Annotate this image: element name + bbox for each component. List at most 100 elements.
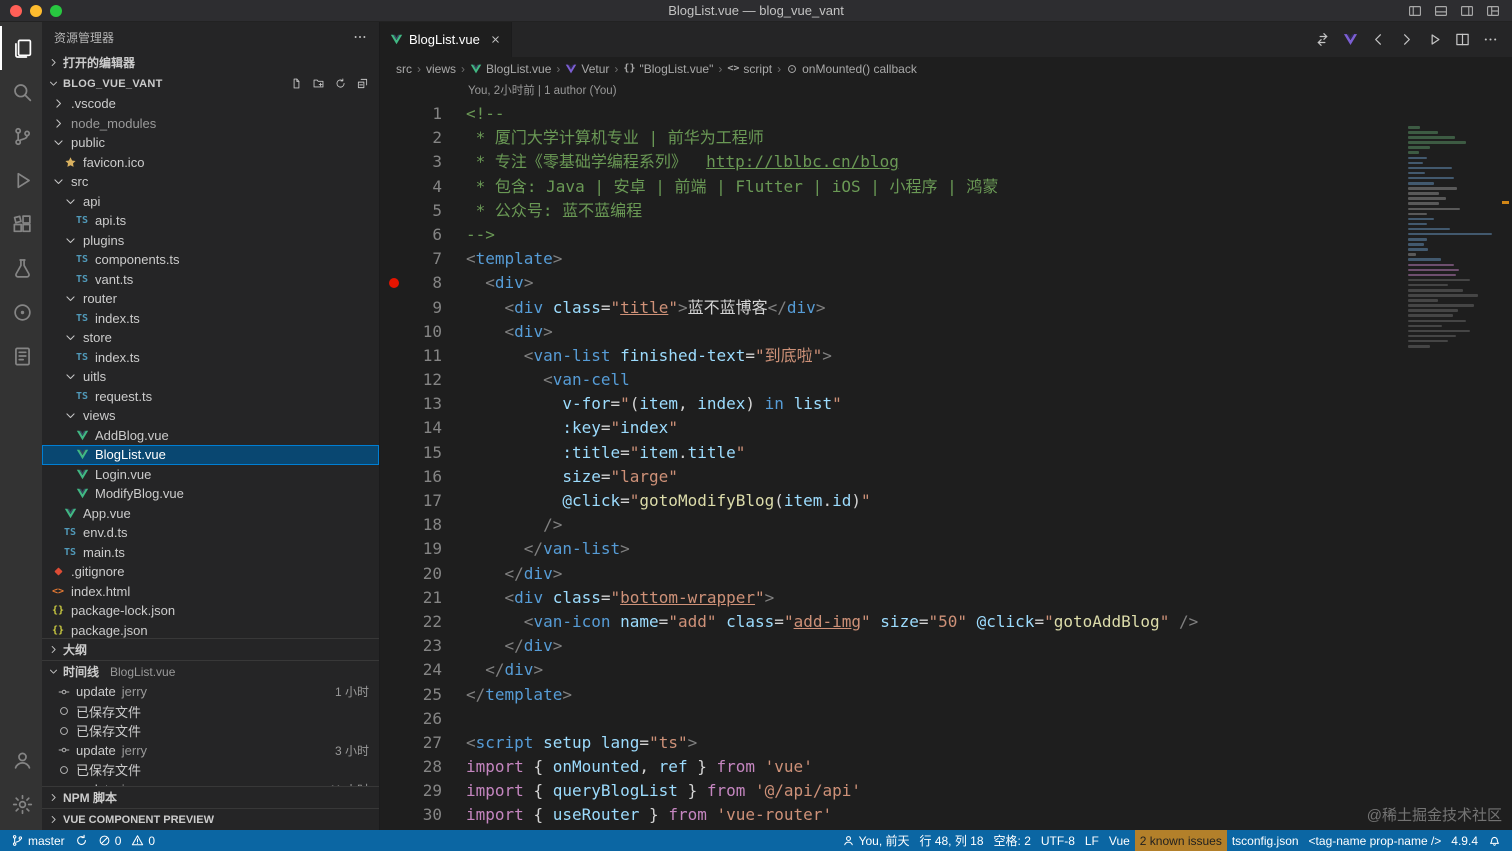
status-item[interactable]: <tag-name prop-name /> [1304,830,1447,851]
code-line[interactable]: 16 size="large" [380,465,1512,489]
status-item[interactable]: 0 [93,830,127,851]
timeline-item[interactable]: 已保存文件 [42,760,379,780]
tree-item[interactable]: api [42,192,379,212]
line-number[interactable]: 8 [380,271,466,295]
line-number[interactable]: 29 [380,779,466,803]
line-number[interactable]: 7 [380,247,466,271]
line-number[interactable]: 17 [380,489,466,513]
tree-item[interactable]: App.vue [42,504,379,524]
codelens[interactable]: You, 2小时前 | 1 author (You) [380,80,1512,102]
outline-section[interactable]: 大纲 [42,638,379,660]
tree-item[interactable]: {} package.json [42,621,379,639]
activity-extensions[interactable] [0,202,42,246]
line-number[interactable]: 18 [380,513,466,537]
code-line[interactable]: 17 @click="gotoModifyBlog(item.id)" [380,489,1512,513]
activity-notebook[interactable] [0,334,42,378]
new-file-icon[interactable] [289,78,303,89]
line-number[interactable]: 3 [380,150,466,174]
timeline-item[interactable]: 已保存文件 [42,721,379,741]
minimap[interactable] [1408,120,1498,350]
toggle-sidebar-icon[interactable] [1408,4,1422,18]
toggle-panel-icon[interactable] [1434,4,1448,18]
code-line[interactable]: 1 <!-- [380,102,1512,126]
status-item[interactable]: 4.9.4 [1446,830,1483,851]
code-line[interactable]: 2 * 厦门大学计算机专业 | 前华为工程师 [380,126,1512,150]
line-number[interactable]: 22 [380,610,466,634]
tree-item[interactable]: {} package-lock.json [42,601,379,621]
code-line[interactable]: 22 <van-icon name="add" class="add-img" … [380,610,1512,634]
tree-item[interactable]: <> index.html [42,582,379,602]
tab-bloglist[interactable]: BlogList.vue [380,22,512,57]
status-item[interactable]: You, 前天 [837,830,915,851]
tree-item[interactable]: plugins [42,231,379,251]
tree-item[interactable]: TS vant.ts [42,270,379,290]
open-editors-section[interactable]: 打开的编辑器 [42,52,379,73]
zoom-window-button[interactable] [50,4,62,17]
tree-item[interactable]: TS api.ts [42,211,379,231]
code-line[interactable]: 3 * 专注《零基础学编程系列》 http://lblbc.cn/blog [380,150,1512,174]
tree-item[interactable]: TS main.ts [42,543,379,563]
breakpoint-icon[interactable] [389,278,399,289]
tree-item[interactable]: TS request.ts [42,387,379,407]
tree-item[interactable]: public [42,133,379,153]
breadcrumb-item[interactable]: src [396,62,412,76]
tree-item[interactable]: AddBlog.vue [42,426,379,446]
tree-item[interactable]: views [42,406,379,426]
code-line[interactable]: 15 :title="item.title" [380,441,1512,465]
tree-item[interactable]: ModifyBlog.vue [42,484,379,504]
vue-preview-section[interactable]: VUE COMPONENT PREVIEW [42,808,379,830]
line-number[interactable]: 30 [380,803,466,827]
tree-item[interactable]: TS index.ts [42,348,379,368]
new-folder-icon[interactable] [311,78,325,89]
code-line[interactable]: 10 <div> [380,320,1512,344]
tree-item[interactable]: uitls [42,367,379,387]
more-icon[interactable] [1483,32,1498,47]
code-line[interactable]: 9 <div class="title">蓝不蓝博客</div> [380,296,1512,320]
status-item[interactable]: UTF-8 [1036,830,1080,851]
collapse-icon[interactable] [355,78,369,89]
code-line[interactable]: 29 import { queryBlogList } from '@/api/a… [380,779,1512,803]
run-icon[interactable] [1427,32,1442,47]
line-number[interactable]: 24 [380,658,466,682]
line-number[interactable]: 21 [380,586,466,610]
timeline-item[interactable]: 已保存文件 [42,702,379,722]
code-line[interactable]: 7 <template> [380,247,1512,271]
code-line[interactable]: 18 /> [380,513,1512,537]
status-item[interactable]: Vue [1104,830,1135,851]
sidebar-more-actions-icon[interactable] [353,30,367,44]
tree-item[interactable]: TS index.ts [42,309,379,329]
toggle-secondary-sidebar-icon[interactable] [1460,4,1474,18]
activity-source-control[interactable] [0,114,42,158]
status-item[interactable]: 行 48, 列 18 [914,830,988,851]
breadcrumb-item[interactable]: onMounted() callback [786,62,917,76]
code-line[interactable]: 8 <div> [380,271,1512,295]
code-line[interactable]: 30 import { useRouter } from 'vue-router' [380,803,1512,827]
code-line[interactable]: 19 </van-list> [380,537,1512,561]
code-line[interactable]: 20 </div> [380,562,1512,586]
code-area[interactable]: You, 2小时前 | 1 author (You) 1 <!-- 2 * 厦门大学… [380,80,1512,830]
code-line[interactable]: 23 </div> [380,634,1512,658]
tree-item[interactable]: Login.vue [42,465,379,485]
status-item[interactable]: 2 known issues [1134,830,1227,851]
activity-account[interactable] [0,738,42,782]
tree-item[interactable]: src [42,172,379,192]
status-item[interactable] [70,830,93,851]
code-line[interactable]: 26 [380,707,1512,731]
code-line[interactable]: 11 <van-list finished-text="到底啦"> [380,344,1512,368]
code-line[interactable]: 13 v-for="(item, index) in list" [380,392,1512,416]
code-line[interactable]: 14 :key="index" [380,416,1512,440]
line-number[interactable]: 25 [380,683,466,707]
activity-preview[interactable] [0,290,42,334]
tree-item[interactable]: store [42,328,379,348]
code-line[interactable]: 24 </div> [380,658,1512,682]
code-line[interactable]: 25 </template> [380,683,1512,707]
line-number[interactable]: 4 [380,175,466,199]
refresh-icon[interactable] [333,78,347,89]
line-number[interactable]: 19 [380,537,466,561]
line-number[interactable]: 28 [380,755,466,779]
line-number[interactable]: 27 [380,731,466,755]
line-number[interactable]: 11 [380,344,466,368]
tree-item[interactable]: node_modules [42,114,379,134]
status-item[interactable]: 空格: 2 [989,830,1036,851]
activity-settings[interactable] [0,782,42,826]
